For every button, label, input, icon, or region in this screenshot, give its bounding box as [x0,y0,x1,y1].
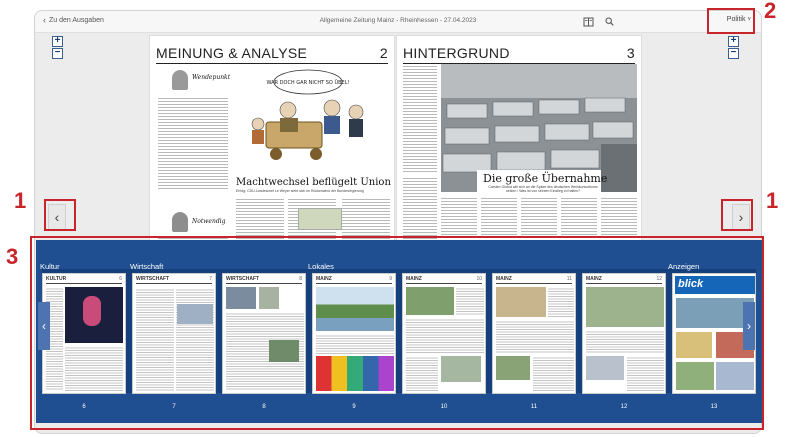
section-title-left: MEINUNG & ANALYSE [156,45,308,61]
annotation-label-3: 3 [6,244,19,269]
page-number-left: 2 [379,45,388,61]
article-subline-left: Erfolg: CDU-Landeschef Le Weyer sieht si… [236,189,364,193]
annotation-box-next [721,199,753,231]
newspaper-page-right[interactable]: HINTERGRUND 3 Die große Übernahme Carste… [396,35,642,253]
zoom-out-button-right[interactable]: − [728,48,739,59]
text-column [158,96,228,190]
pages-icon [583,17,593,26]
page-header-right: HINTERGRUND 3 [403,45,635,64]
author-portrait [172,70,188,90]
section-title-right: HINTERGRUND [403,45,510,61]
info-box [298,208,342,230]
top-toolbar: ‹ Zu den Ausgaben Allgemeine Zeitung Mai… [35,11,761,33]
pages-overview-button[interactable] [581,15,595,28]
zoom-in-button-left[interactable]: + [52,36,63,47]
epaper-app: ‹ Zu den Ausgaben Allgemeine Zeitung Mai… [0,0,792,437]
zoom-in-button-right[interactable]: + [728,36,739,47]
article-headline-left[interactable]: Machtwechsel beflügelt Union [236,177,391,188]
annotation-label-2: 2 [764,0,777,23]
annotation-box-prev [44,199,76,231]
search-button[interactable] [602,15,616,28]
annotation-box-section [707,8,755,34]
issue-title: Allgemeine Zeitung Mainz - Rheinhessen -… [319,17,477,24]
author-portrait [172,212,188,232]
text-column [403,64,437,172]
article-subline-right: Carsten Globut will sich an die Spitze d… [488,185,598,193]
search-icon [605,17,614,26]
article-headline-right[interactable]: Die große Übernahme [483,172,607,185]
page-number-right: 3 [626,45,635,61]
newspaper-page-left[interactable]: MEINUNG & ANALYSE 2 Wendepunkt WAR DOCH … [149,35,395,253]
cartoon-speech: WAR DOCH GAR NICHT SO ÜBEL! [267,79,350,86]
cartoon-image: WAR DOCH GAR NICHT SO ÜBEL! [251,69,364,160]
annotation-label-1-right: 1 [766,188,779,213]
kommentar-title: Wendepunkt [192,74,231,81]
annotation-box-strip [30,236,764,430]
annotation-label-1-left: 1 [14,188,27,213]
zoom-out-button-left[interactable]: − [52,48,63,59]
kommentar-title: Notwendig [192,218,226,225]
